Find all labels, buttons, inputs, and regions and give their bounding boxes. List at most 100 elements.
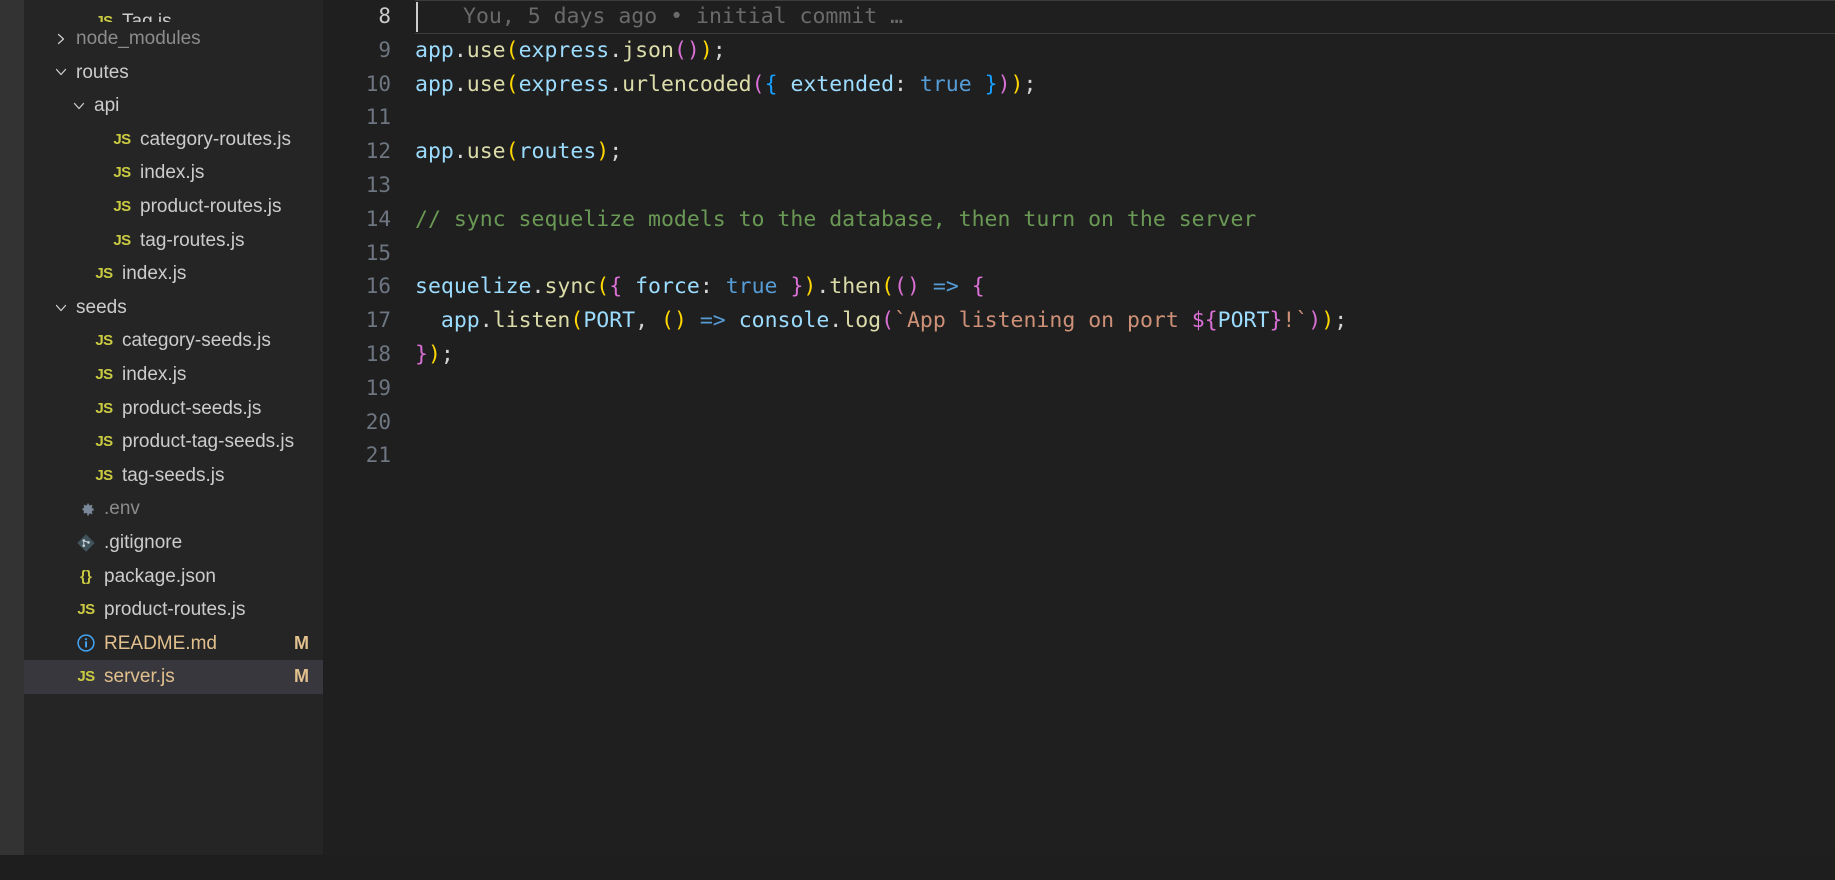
code-token: listen: [492, 308, 571, 334]
file-tree-item[interactable]: JS product-seeds.js: [24, 392, 323, 426]
line-number[interactable]: 14: [323, 203, 415, 237]
code-line[interactable]: 18});: [323, 338, 1835, 372]
file-tree-item[interactable]: JS index.js: [24, 156, 323, 190]
line-number[interactable]: 13: [323, 169, 415, 203]
code-line-text[interactable]: app.use(express.urlencoded({ extended: t…: [415, 68, 1835, 102]
code-token: (: [660, 308, 674, 334]
code-token: ): [427, 341, 441, 367]
code-token: express: [518, 37, 610, 63]
code-token: json: [622, 37, 674, 63]
code-content[interactable]: 8 You, 5 days ago • initial commit … 9 app.…: [323, 0, 1835, 473]
code-line[interactable]: 14// sync sequelize models to the databa…: [323, 203, 1835, 237]
file-tree-item[interactable]: JS tag-routes.js: [24, 224, 323, 258]
line-number[interactable]: 21: [323, 439, 415, 473]
code-line-text[interactable]: sequelize.sync({ force: true }).then(() …: [415, 270, 1835, 304]
file-tree-item[interactable]: routes: [24, 56, 323, 90]
chevron-right-icon[interactable]: [50, 31, 72, 47]
code-token: console: [738, 308, 830, 334]
code-token: ): [1308, 308, 1322, 334]
code-token: extended: [777, 71, 895, 97]
code-line[interactable]: 20: [323, 406, 1835, 440]
line-number[interactable]: 8: [323, 0, 415, 34]
code-token: .: [453, 139, 467, 165]
code-token: ): [1010, 71, 1024, 97]
file-tree-item-label: product-tag-seeds.js: [122, 431, 295, 453]
code-line-text[interactable]: app.use(express.json());: [415, 34, 1835, 68]
text-caret: [416, 2, 418, 32]
code-token: use: [466, 71, 506, 97]
line-number[interactable]: 11: [323, 101, 415, 135]
json-braces-icon: {}: [80, 567, 92, 585]
js-file-icon: JS: [95, 332, 113, 350]
status-bar-area: [0, 855, 1835, 880]
code-token: ): [997, 71, 1011, 97]
code-line[interactable]: 10 app.use(express.urlencoded({ extended:…: [323, 68, 1835, 102]
code-line[interactable]: 16 sequelize.sync({ force: true }).then((…: [323, 270, 1835, 304]
file-tree-item-label: category-seeds.js: [122, 330, 271, 352]
code-line-text[interactable]: app.use(routes);: [415, 135, 1835, 169]
file-tree-item[interactable]: JS tag-seeds.js: [24, 459, 323, 493]
code-line[interactable]: 8 You, 5 days ago • initial commit …: [323, 0, 1835, 34]
file-tree-item[interactable]: JS index.js: [24, 358, 323, 392]
file-tree-item[interactable]: JS product-tag-seeds.js: [24, 425, 323, 459]
code-line[interactable]: 13: [323, 169, 1835, 203]
explorer-sidebar[interactable]: JS Tag.js node_modules routes api JS category-…: [24, 0, 323, 880]
code-token: .: [829, 308, 843, 334]
file-tree-item[interactable]: node_modules: [24, 22, 323, 56]
line-number[interactable]: 17: [323, 304, 415, 338]
line-number[interactable]: 9: [323, 34, 415, 68]
code-token: express: [518, 71, 610, 97]
code-token: ): [1321, 308, 1335, 334]
file-tree-item[interactable]: JS Tag.js: [24, 0, 323, 22]
code-line[interactable]: 21: [323, 439, 1835, 473]
code-token: (: [596, 274, 610, 300]
code-line-text[interactable]: });: [415, 338, 1835, 372]
code-line-text[interactable]: You, 5 days ago • initial commit …: [415, 0, 1835, 34]
activity-bar[interactable]: [0, 0, 24, 880]
file-tree-item[interactable]: .gitignore: [24, 526, 323, 560]
file-tree-item[interactable]: JS server.js M: [24, 660, 323, 694]
code-token: (: [881, 274, 895, 300]
line-number[interactable]: 10: [323, 68, 415, 102]
file-tree-item[interactable]: JS category-routes.js: [24, 123, 323, 157]
chevron-down-icon[interactable]: [50, 64, 72, 80]
code-line[interactable]: 19: [323, 372, 1835, 406]
file-tree-item[interactable]: JS index.js: [24, 257, 323, 291]
line-number[interactable]: 12: [323, 135, 415, 169]
file-tree-item[interactable]: JS product-routes.js: [24, 190, 323, 224]
file-tree-item[interactable]: JS category-seeds.js: [24, 324, 323, 358]
js-file-icon: JS: [113, 197, 131, 215]
vscode-window: JS Tag.js node_modules routes api JS category-…: [0, 0, 1835, 880]
code-token: ): [699, 37, 713, 63]
code-line[interactable]: 15: [323, 237, 1835, 271]
file-tree-item-label: tag-seeds.js: [122, 464, 225, 486]
file-tree-item[interactable]: README.md M: [24, 627, 323, 661]
file-tree-item[interactable]: .env: [24, 492, 323, 526]
chevron-down-icon[interactable]: [68, 98, 90, 114]
info-circle-icon: [72, 633, 100, 653]
chevron-down-icon[interactable]: [50, 300, 72, 316]
code-token: .: [816, 274, 830, 300]
code-line[interactable]: 17 app.listen(PORT, () => console.log(`A…: [323, 304, 1835, 338]
line-number[interactable]: 19: [323, 372, 415, 406]
code-line-text[interactable]: app.listen(PORT, () => console.log(`App …: [415, 304, 1835, 338]
file-tree-item[interactable]: JS product-routes.js: [24, 593, 323, 627]
line-number[interactable]: 20: [323, 406, 415, 440]
code-token: {: [609, 274, 623, 300]
line-number[interactable]: 18: [323, 338, 415, 372]
file-tree-item[interactable]: api: [24, 89, 323, 123]
code-line[interactable]: 11: [323, 101, 1835, 135]
line-number[interactable]: 15: [323, 237, 415, 271]
git-blame-annotation[interactable]: You, 5 days ago • initial commit …: [415, 4, 903, 29]
file-tree-item[interactable]: {} package.json: [24, 560, 323, 594]
code-token: (: [505, 37, 519, 63]
editor-pane[interactable]: 8 You, 5 days ago • initial commit … 9 app.…: [323, 0, 1835, 880]
code-line[interactable]: 9 app.use(express.json());: [323, 34, 1835, 68]
explorer-file-tree[interactable]: JS Tag.js node_modules routes api JS category-…: [24, 0, 323, 694]
line-number[interactable]: 16: [323, 270, 415, 304]
file-tree-item[interactable]: seeds: [24, 291, 323, 325]
code-line[interactable]: 12 app.use(routes);: [323, 135, 1835, 169]
code-token: =>: [932, 274, 959, 300]
code-token: ): [803, 274, 817, 300]
code-line-text[interactable]: // sync sequelize models to the database…: [415, 203, 1835, 237]
